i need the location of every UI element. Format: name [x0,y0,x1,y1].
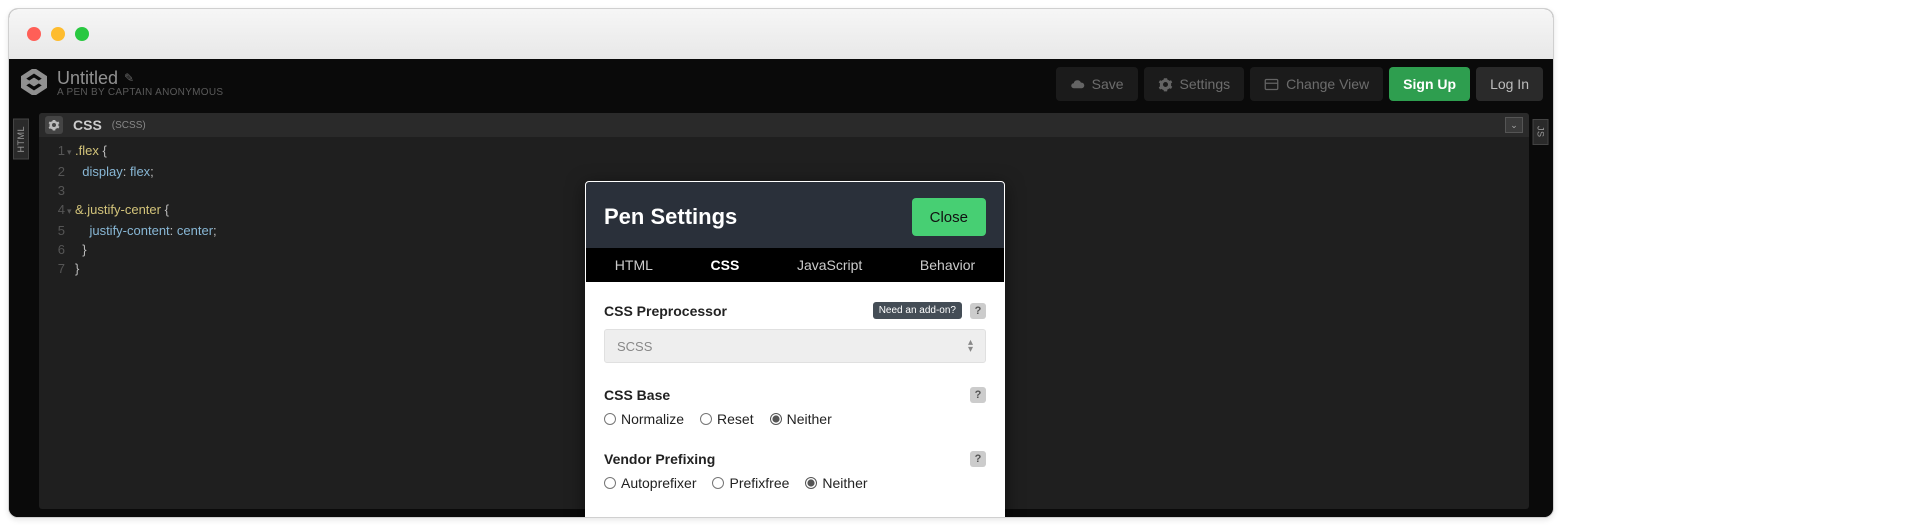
vendor-row: Vendor Prefixing ? [604,451,986,467]
pen-title[interactable]: Untitled [57,69,118,88]
layout-icon [1264,77,1279,92]
save-button[interactable]: Save [1056,67,1138,101]
tab-javascript[interactable]: JavaScript [789,253,870,277]
chevron-down-icon: ⌄ [1510,120,1518,131]
css-base-label: CSS Base [604,387,670,403]
css-panel-subtitle: (SCSS) [112,120,146,131]
radio-autoprefixer[interactable]: Autoprefixer [604,475,696,491]
radio-neither[interactable]: Neither [770,411,832,427]
log-in-label: Log In [1490,76,1529,92]
modal-tabs: HTML CSS JavaScript Behavior [586,248,1004,282]
css-base-row: CSS Base ? [604,387,986,403]
window-minimize-dot[interactable] [51,27,65,41]
radio-vendor-neither[interactable]: Neither [805,475,867,491]
modal-title: Pen Settings [604,204,737,230]
preprocessor-label: CSS Preprocessor [604,303,727,319]
addon-badge[interactable]: Need an add-on? [873,302,962,319]
gear-icon [1158,77,1173,92]
help-icon[interactable]: ? [970,303,986,319]
css-panel-title: CSS [73,117,102,133]
settings-label: Settings [1180,76,1231,92]
css-base-options: Normalize Reset Neither [604,411,986,427]
sign-up-button[interactable]: Sign Up [1389,67,1470,101]
code-line: 1▾.flex { [47,141,1529,162]
code-line: 2 display: flex; [47,162,1529,181]
radio-prefixfree[interactable]: Prefixfree [712,475,789,491]
log-in-button[interactable]: Log In [1476,67,1543,101]
mac-window: Untitled ✎ A PEN BY CAPTAIN ANONYMOUS Sa… [8,8,1554,518]
tab-behavior[interactable]: Behavior [912,253,983,277]
edit-title-icon[interactable]: ✎ [124,72,134,85]
codepen-logo-icon [21,69,47,100]
vendor-options: Autoprefixer Prefixfree Neither [604,475,986,491]
tab-html[interactable]: HTML [607,253,661,277]
preprocessor-select[interactable]: SCSS ▴▾ [604,329,986,363]
pen-settings-modal: Pen Settings Close HTML CSS JavaScript B… [585,181,1005,518]
change-view-label: Change View [1286,76,1369,92]
panel-collapse-button[interactable]: ⌄ [1505,117,1523,133]
preprocessor-selected-value: SCSS [617,339,652,354]
topbar-right: Save Settings Change View Sign Up Log In [1056,67,1543,101]
close-button[interactable]: Close [912,198,986,236]
help-icon[interactable]: ? [970,451,986,467]
help-icon[interactable]: ? [970,387,986,403]
pen-subtitle: A PEN BY CAPTAIN ANONYMOUS [57,88,223,99]
radio-reset[interactable]: Reset [700,411,754,427]
app-topbar: Untitled ✎ A PEN BY CAPTAIN ANONYMOUS Sa… [9,59,1553,103]
settings-button[interactable]: Settings [1144,67,1245,101]
codepen-app: Untitled ✎ A PEN BY CAPTAIN ANONYMOUS Sa… [9,59,1553,517]
modal-body: CSS Preprocessor Need an add-on? ? SCSS … [586,282,1004,507]
window-zoom-dot[interactable] [75,27,89,41]
select-arrows-icon: ▴▾ [968,340,973,353]
sign-up-label: Sign Up [1403,76,1456,92]
radio-normalize[interactable]: Normalize [604,411,684,427]
preprocessor-row: CSS Preprocessor Need an add-on? ? [604,302,986,319]
window-titlebar [9,9,1553,59]
js-panel-tab[interactable]: JS [1533,119,1549,145]
save-label: Save [1092,76,1124,92]
cloud-icon [1070,77,1085,92]
css-panel-settings-icon[interactable] [45,116,63,134]
modal-header: Pen Settings Close [586,182,1004,248]
window-close-dot[interactable] [27,27,41,41]
html-panel-tab[interactable]: HTML [13,119,29,160]
vendor-label: Vendor Prefixing [604,451,715,467]
tab-css[interactable]: CSS [703,253,748,277]
topbar-left: Untitled ✎ A PEN BY CAPTAIN ANONYMOUS [21,69,223,100]
change-view-button[interactable]: Change View [1250,67,1383,101]
css-panel-header: CSS (SCSS) ⌄ [39,113,1529,137]
